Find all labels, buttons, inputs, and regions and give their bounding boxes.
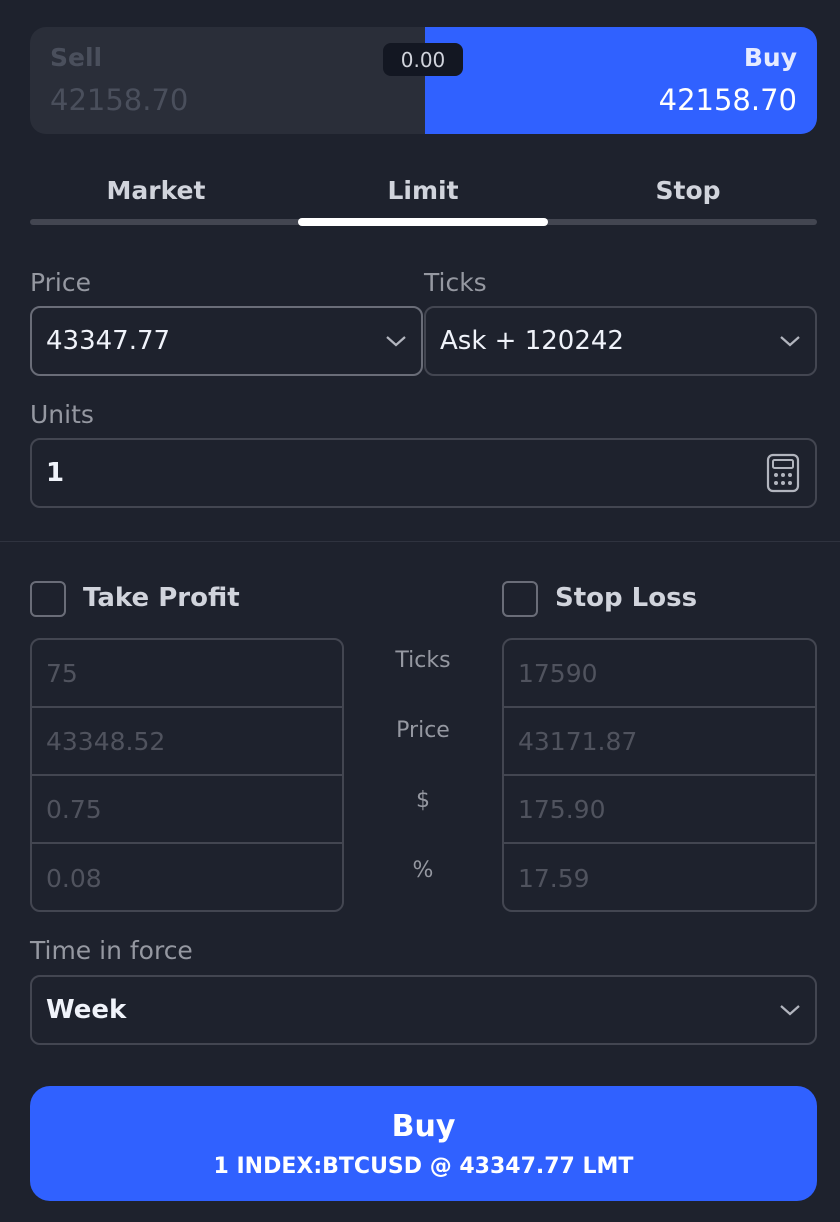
chevron-down-icon[interactable] bbox=[371, 308, 421, 374]
stop-loss-ticks-input[interactable]: 17590 bbox=[504, 640, 815, 708]
row-label-ticks: Ticks bbox=[395, 648, 451, 673]
row-label-dollars: $ bbox=[416, 788, 430, 813]
units-value: 1 bbox=[46, 458, 65, 488]
take-profit-checkbox[interactable] bbox=[30, 581, 66, 617]
buy-button[interactable]: Buy 42158.70 bbox=[425, 27, 817, 134]
units-label: Units bbox=[30, 400, 94, 429]
tab-stop[interactable]: Stop bbox=[562, 170, 814, 210]
buy-label: Buy bbox=[743, 43, 797, 72]
take-profit-dollars-input[interactable]: 0.75 bbox=[32, 776, 342, 844]
ticks-value: Ask + 120242 bbox=[440, 326, 624, 356]
price-select[interactable]: 43347.77 bbox=[30, 306, 423, 376]
spread-badge: 0.00 bbox=[383, 43, 463, 76]
time-in-force-value: Week bbox=[46, 995, 127, 1025]
tab-market[interactable]: Market bbox=[30, 170, 282, 210]
time-in-force-select[interactable]: Week bbox=[30, 975, 817, 1045]
calculator-icon[interactable] bbox=[751, 440, 815, 506]
ticks-select[interactable]: Ask + 120242 bbox=[424, 306, 817, 376]
take-profit-fields: 75 43348.52 0.75 0.08 bbox=[30, 638, 344, 912]
units-input[interactable]: 1 bbox=[30, 438, 817, 508]
stop-loss-fields: 17590 43171.87 175.90 17.59 bbox=[502, 638, 817, 912]
sell-button[interactable]: Sell 42158.70 bbox=[30, 27, 425, 134]
sell-price: 42158.70 bbox=[50, 83, 189, 117]
submit-order-summary: 1 INDEX:BTCUSD @ 43347.77 LMT bbox=[213, 1153, 634, 1179]
tab-limit[interactable]: Limit bbox=[298, 170, 548, 210]
tab-active-indicator bbox=[298, 218, 548, 226]
take-profit-price-input[interactable]: 43348.52 bbox=[32, 708, 342, 776]
stop-loss-checkbox[interactable] bbox=[502, 581, 538, 617]
row-label-percent: % bbox=[412, 858, 434, 883]
submit-title: Buy bbox=[391, 1108, 456, 1144]
section-divider bbox=[0, 541, 840, 542]
stop-loss-dollars-input[interactable]: 175.90 bbox=[504, 776, 815, 844]
stop-loss-price-input[interactable]: 43171.87 bbox=[504, 708, 815, 776]
take-profit-ticks-input[interactable]: 75 bbox=[32, 640, 342, 708]
take-profit-label: Take Profit bbox=[83, 583, 240, 613]
sell-label: Sell bbox=[50, 43, 103, 72]
ticks-label: Ticks bbox=[424, 268, 487, 297]
row-label-price: Price bbox=[396, 718, 450, 743]
price-label: Price bbox=[30, 268, 91, 297]
submit-buy-button[interactable]: Buy 1 INDEX:BTCUSD @ 43347.77 LMT bbox=[30, 1086, 817, 1201]
stop-loss-label: Stop Loss bbox=[555, 583, 698, 613]
price-value: 43347.77 bbox=[46, 326, 171, 356]
chevron-down-icon[interactable] bbox=[765, 308, 815, 374]
time-in-force-label: Time in force bbox=[30, 936, 193, 965]
chevron-down-icon[interactable] bbox=[765, 977, 815, 1043]
stop-loss-percent-input[interactable]: 17.59 bbox=[504, 844, 815, 910]
take-profit-percent-input[interactable]: 0.08 bbox=[32, 844, 342, 910]
buy-price: 42158.70 bbox=[658, 83, 797, 117]
